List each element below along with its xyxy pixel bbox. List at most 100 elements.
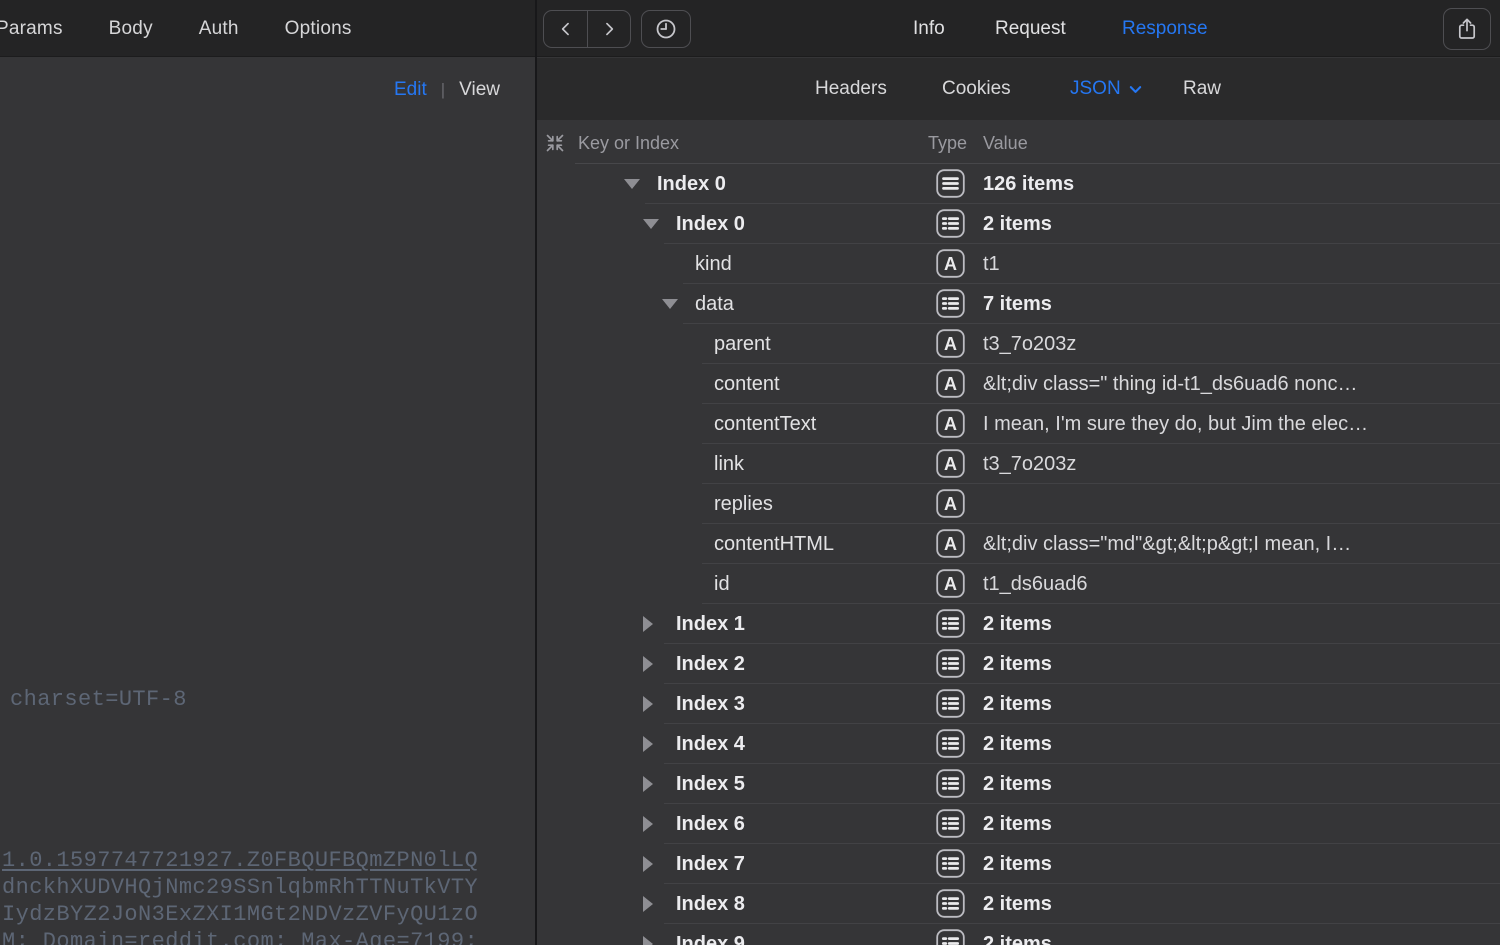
json-tree: Index 0 126 items Index 0 2 items kind A… [537, 164, 1500, 945]
type-icon: A [936, 369, 965, 398]
share-icon [1456, 17, 1478, 41]
collapse-all-icon[interactable] [545, 133, 565, 153]
tree-row-key: Index 8 [676, 884, 745, 924]
disclosure-triangle-icon[interactable] [643, 656, 653, 672]
type-icon [936, 169, 965, 198]
tree-row-value: &lt;div class=" thing id-t1_ds6uad6 nonc… [983, 364, 1464, 404]
tree-row-value: t3_7o203z [983, 444, 1464, 484]
clock-icon [654, 17, 678, 41]
svg-text:A: A [944, 574, 957, 594]
tab-json[interactable]: JSON [1070, 58, 1143, 120]
tree-row-value: &lt;div class="md"&gt;&lt;p&gt;I mean, I… [983, 524, 1464, 564]
tree-row[interactable]: Index 5 2 items [537, 764, 1500, 804]
tree-row-value: 2 items [983, 884, 1464, 924]
disclosure-triangle-icon[interactable] [643, 696, 653, 712]
tree-row[interactable]: replies A [537, 484, 1500, 524]
tree-row-value: 126 items [983, 164, 1464, 204]
faded-cookie-text: 1.0.1597747721927.Z0FBQUFBQmZPN0lLQ dnck… [2, 847, 478, 945]
tab-cookies[interactable]: Cookies [942, 58, 1011, 120]
tree-row[interactable]: Index 3 2 items [537, 684, 1500, 724]
response-format-tabs: Headers Cookies JSON Raw [537, 58, 1500, 120]
back-button[interactable] [544, 11, 587, 47]
tab-info[interactable]: Info [913, 0, 945, 57]
disclosure-triangle-icon[interactable] [643, 736, 653, 752]
type-icon [936, 929, 965, 945]
tree-row-key: Index 3 [676, 684, 745, 724]
type-icon: A [936, 449, 965, 478]
disclosure-triangle-icon[interactable] [643, 816, 653, 832]
tree-row[interactable]: Index 0 2 items [537, 204, 1500, 244]
tab-params[interactable]: Params [0, 18, 63, 40]
tree-row[interactable]: Index 6 2 items [537, 804, 1500, 844]
disclosure-triangle-icon[interactable] [643, 936, 653, 945]
type-icon [936, 849, 965, 878]
panel-divider[interactable] [535, 0, 537, 945]
toggle-divider: | [441, 80, 445, 100]
tab-request[interactable]: Request [995, 0, 1066, 57]
history-nav-group [543, 10, 631, 48]
disclosure-triangle-icon[interactable] [643, 896, 653, 912]
disclosure-triangle-icon[interactable] [643, 219, 659, 229]
tree-row-value: 2 items [983, 924, 1464, 945]
type-icon: A [936, 329, 965, 358]
forward-button[interactable] [587, 11, 630, 47]
tree-row[interactable]: Index 0 126 items [537, 164, 1500, 204]
cookie-text-line: 1.0.1597747721927.Z0FBQUFBQmZPN0lLQ [2, 847, 478, 874]
cookie-text-line: dnckhXUDVHQjNmc29SSnlqbmRhTTNuTkVTY [2, 874, 478, 901]
svg-text:A: A [944, 414, 957, 434]
tree-row[interactable]: Index 4 2 items [537, 724, 1500, 764]
tree-row-key: content [714, 364, 780, 404]
chevron-left-icon [556, 19, 576, 39]
type-icon [936, 649, 965, 678]
column-header-value[interactable]: Value [983, 120, 1028, 164]
disclosure-triangle-icon[interactable] [643, 616, 653, 632]
tree-row[interactable]: Index 7 2 items [537, 844, 1500, 884]
tree-row[interactable]: Index 9 2 items [537, 924, 1500, 945]
tree-row-value: 2 items [983, 804, 1464, 844]
tree-row-value: 2 items [983, 644, 1464, 684]
tree-row[interactable]: contentHTML A &lt;div class="md"&gt;&lt;… [537, 524, 1500, 564]
tree-row[interactable]: data 7 items [537, 284, 1500, 324]
type-icon [936, 889, 965, 918]
tree-row[interactable]: Index 2 2 items [537, 644, 1500, 684]
tree-row-value: t3_7o203z [983, 324, 1464, 364]
tree-row[interactable]: Index 8 2 items [537, 884, 1500, 924]
share-button[interactable] [1443, 8, 1491, 50]
edit-mode-link[interactable]: Edit [394, 79, 427, 101]
type-icon [936, 209, 965, 238]
tab-json-label: JSON [1070, 58, 1121, 120]
tree-row-value: t1 [983, 244, 1464, 284]
tree-row[interactable]: Index 1 2 items [537, 604, 1500, 644]
tree-row[interactable]: link A t3_7o203z [537, 444, 1500, 484]
disclosure-triangle-icon[interactable] [624, 179, 640, 189]
tree-row-key: Index 6 [676, 804, 745, 844]
tree-row[interactable]: kind A t1 [537, 244, 1500, 284]
request-section-tabs: Params Body Auth Options [0, 0, 352, 57]
view-mode-link[interactable]: View [459, 79, 500, 101]
chevron-down-icon [1128, 82, 1143, 97]
tree-row-key: Index 7 [676, 844, 745, 884]
type-icon: A [936, 409, 965, 438]
tree-row-key: Index 9 [676, 924, 745, 945]
disclosure-triangle-icon[interactable] [662, 299, 678, 309]
tree-row[interactable]: parent A t3_7o203z [537, 324, 1500, 364]
tab-auth[interactable]: Auth [199, 18, 239, 40]
tab-headers[interactable]: Headers [815, 58, 887, 120]
tab-raw[interactable]: Raw [1183, 58, 1221, 120]
type-icon [936, 809, 965, 838]
tab-body[interactable]: Body [109, 18, 153, 40]
tab-options[interactable]: Options [285, 18, 352, 40]
disclosure-triangle-icon[interactable] [643, 776, 653, 792]
tab-response[interactable]: Response [1122, 0, 1208, 57]
tree-row[interactable]: id A t1_ds6uad6 [537, 564, 1500, 604]
column-header-type[interactable]: Type [928, 120, 967, 164]
tree-row-key: Index 1 [676, 604, 745, 644]
history-button[interactable] [641, 10, 691, 48]
tree-row-value: 2 items [983, 684, 1464, 724]
edit-view-toggle: Edit | View [394, 79, 500, 101]
tree-row[interactable]: contentText A I mean, I'm sure they do, … [537, 404, 1500, 444]
tree-row[interactable]: content A &lt;div class=" thing id-t1_ds… [537, 364, 1500, 404]
tree-row-value: 2 items [983, 204, 1464, 244]
disclosure-triangle-icon[interactable] [643, 856, 653, 872]
column-header-key[interactable]: Key or Index [578, 120, 679, 164]
